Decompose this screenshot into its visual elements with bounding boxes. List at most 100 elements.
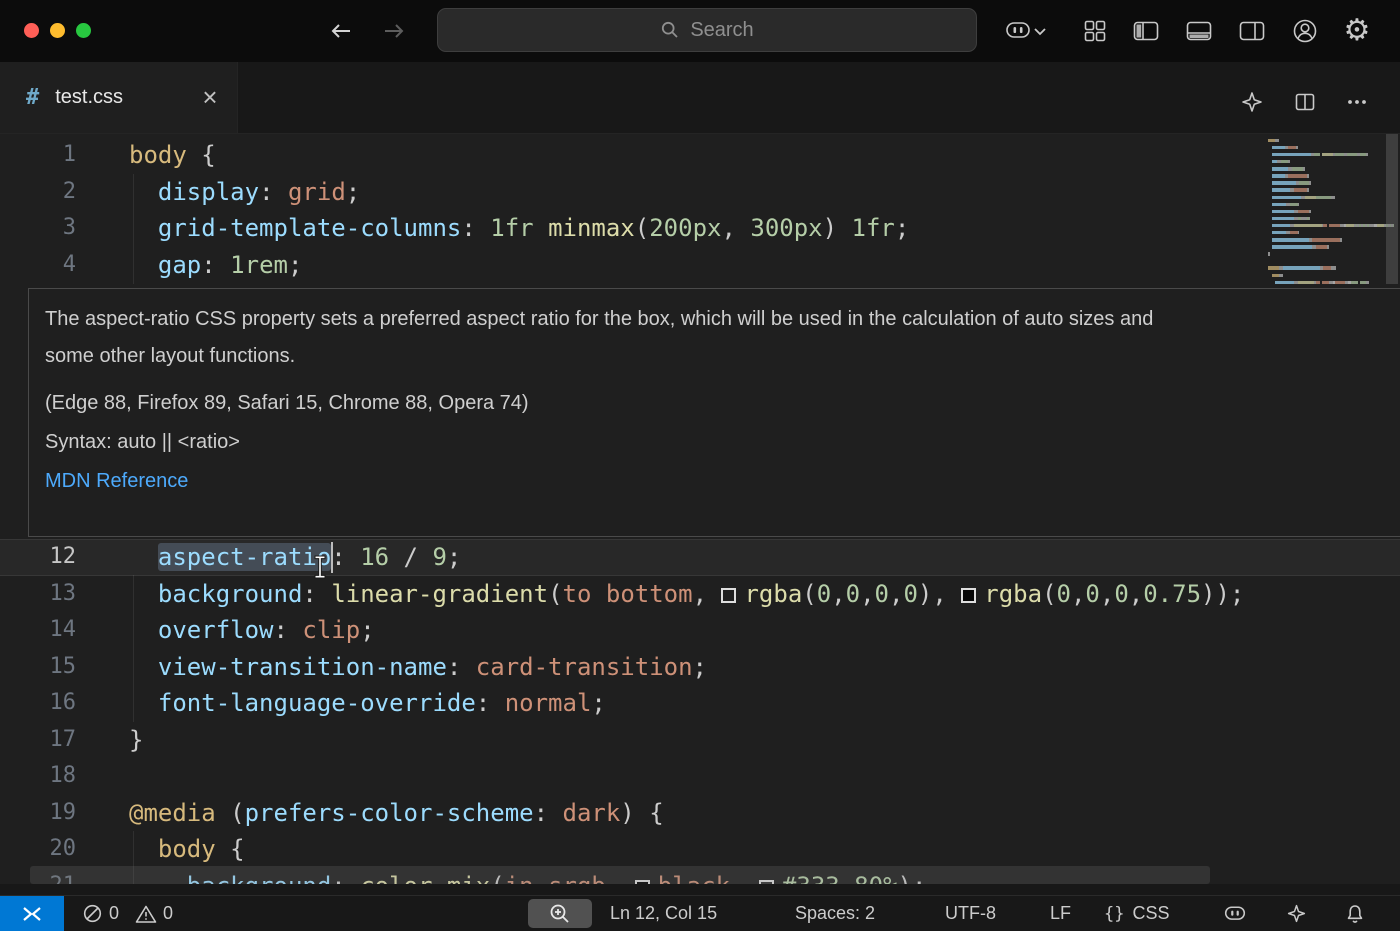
navigate-back-button[interactable] (321, 11, 361, 51)
code-line[interactable]: 15 view-transition-name: card-transition… (0, 649, 1400, 686)
code-token: : (259, 178, 288, 206)
vertical-scrollbar[interactable] (1386, 134, 1398, 284)
code-token: 16 (360, 543, 389, 571)
code-token: , (1100, 580, 1114, 608)
code-token (129, 251, 158, 279)
code-token: normal (505, 689, 592, 717)
braces-icon: {} (1104, 904, 1124, 924)
warning-count: 0 (163, 903, 173, 924)
code-token (129, 214, 158, 242)
hover-tooltip: The aspect-ratio CSS property sets a pre… (28, 288, 1400, 537)
code-token (129, 580, 158, 608)
encoding-button[interactable]: UTF-8 (945, 896, 996, 931)
code-token: , (1129, 580, 1143, 608)
toggle-panel-button[interactable] (1179, 11, 1219, 51)
customize-layout-button[interactable] (1075, 11, 1115, 51)
code-line[interactable]: 12 aspect-ratio: 16 / 9; (0, 539, 1400, 576)
code-line[interactable]: 19@media (prefers-color-scheme: dark) { (0, 795, 1400, 832)
line-number: 4 (0, 247, 76, 284)
code-line[interactable]: 3 grid-template-columns: 1fr minmax(200p… (0, 210, 1400, 247)
minimap-line (1268, 251, 1394, 258)
code-line[interactable]: 2 display: grid; (0, 174, 1400, 211)
copilot-sparkle-button[interactable] (1234, 84, 1270, 120)
color-swatch[interactable] (721, 588, 736, 603)
window-close-button[interactable] (24, 23, 39, 38)
code-token: , (831, 580, 845, 608)
window-maximize-button[interactable] (76, 23, 91, 38)
toggle-secondary-sidebar-button[interactable] (1232, 11, 1272, 51)
mdn-reference-link[interactable]: MDN Reference (45, 470, 188, 493)
language-mode-button[interactable]: {} CSS (1104, 896, 1170, 931)
code-token: ; (447, 543, 461, 571)
zoom-button[interactable] (528, 899, 592, 928)
problems-button[interactable]: 0 0 (82, 896, 173, 931)
code-line[interactable]: 4 gap: 1rem; (0, 247, 1400, 284)
tab-label: test.css (55, 86, 123, 109)
minimap-line (1268, 158, 1394, 165)
editor-actions-more-button[interactable] (1339, 84, 1375, 120)
ellipsis-icon (1345, 90, 1369, 114)
code-line[interactable]: 18 (0, 758, 1400, 795)
copilot-status-button[interactable] (1222, 896, 1248, 931)
code-token: , (860, 580, 874, 608)
horizontal-scrollbar[interactable] (30, 866, 1210, 884)
code-token: bottom (606, 580, 693, 608)
search-icon (660, 20, 680, 40)
toggle-primary-sidebar-button[interactable] (1126, 11, 1166, 51)
code-token: 0 (1114, 580, 1128, 608)
eol-button[interactable]: LF (1050, 896, 1071, 931)
code-token: rgba (744, 580, 802, 608)
code-token (534, 214, 548, 242)
code-text: display: grid; (129, 174, 360, 211)
settings-button[interactable]: ⚙ (1337, 11, 1377, 51)
navigate-forward-button[interactable] (374, 11, 414, 51)
error-count: 0 (109, 903, 119, 924)
code-text: body { (129, 831, 245, 868)
code-token: : (476, 689, 505, 717)
code-line[interactable]: 16 font-language-override: normal; (0, 685, 1400, 722)
copilot-menu-button[interactable] (992, 11, 1058, 51)
command-center-search[interactable]: Search (437, 8, 977, 52)
code-text: gap: 1rem; (129, 247, 302, 284)
minimap-line (1268, 258, 1394, 265)
title-bar: Search ⚙ (0, 0, 1400, 62)
split-editor-button[interactable] (1287, 84, 1323, 120)
minimap-line (1268, 194, 1394, 201)
window-minimize-button[interactable] (50, 23, 65, 38)
minimap-line (1268, 172, 1394, 179)
notifications-bell-button[interactable] (1344, 896, 1366, 931)
code-line[interactable]: 1body { (0, 137, 1400, 174)
account-button[interactable] (1285, 11, 1325, 51)
remote-indicator-button[interactable] (0, 896, 64, 931)
code-text: aspect-ratio: 16 / 9; (129, 539, 461, 576)
code-token: 0.75 (1143, 580, 1201, 608)
mouse-ibeam-cursor (312, 554, 328, 585)
indentation-button[interactable]: Spaces: 2 (795, 896, 875, 931)
code-line[interactable]: 14 overflow: clip; (0, 612, 1400, 649)
code-token: : (447, 653, 476, 681)
chevron-down-icon (1033, 26, 1047, 36)
tab-test-css[interactable]: # test.css × (0, 62, 238, 133)
code-line[interactable]: 13 background: linear-gradient(to bottom… (0, 576, 1400, 613)
minimap-line (1268, 272, 1394, 279)
arrow-left-icon (327, 17, 355, 45)
cursor-position-button[interactable]: Ln 12, Col 15 (610, 896, 717, 931)
sparkle-status-button[interactable] (1286, 896, 1307, 931)
code-token: gap (158, 251, 201, 279)
color-swatch[interactable] (961, 588, 976, 603)
tab-close-button[interactable]: × (195, 83, 225, 113)
code-token: @media (129, 799, 216, 827)
error-icon (82, 903, 103, 924)
code-token (129, 543, 158, 571)
code-token: 0 (903, 580, 917, 608)
zoom-in-icon (548, 902, 572, 926)
status-bar: 0 0 Ln 12, Col 15 Spaces: 2 UTF-8 LF {} … (0, 895, 1400, 931)
code-line[interactable]: 20 body { (0, 831, 1400, 868)
sparkle-icon (1286, 903, 1307, 924)
code-token: 1fr (852, 214, 895, 242)
code-token: grid-template-columns (158, 214, 461, 242)
code-token: 1fr (490, 214, 533, 242)
code-token: , (721, 214, 750, 242)
code-line[interactable]: 17} (0, 722, 1400, 759)
minimap-line (1268, 265, 1394, 272)
